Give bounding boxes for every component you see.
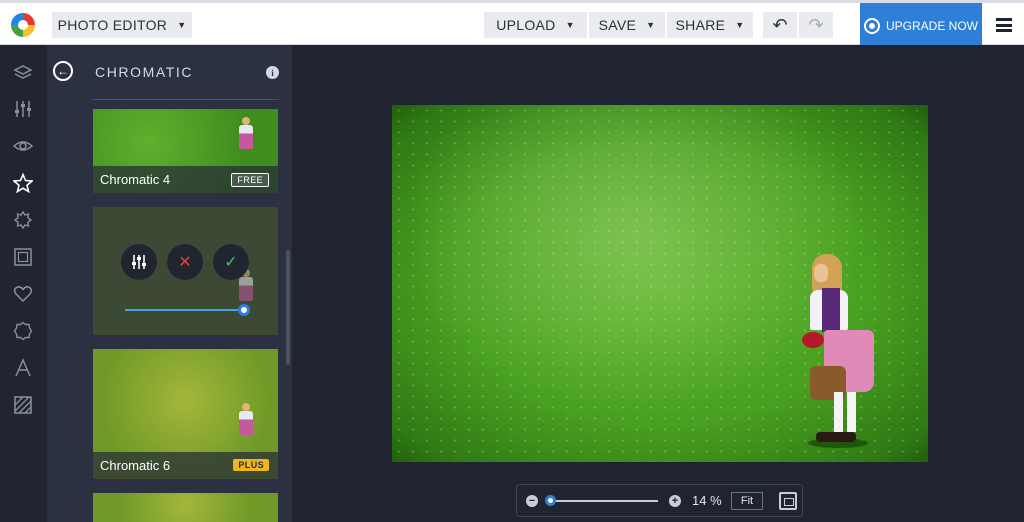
badge-icon[interactable] bbox=[12, 320, 34, 342]
thumbnail-label: Chromatic 4 bbox=[100, 172, 171, 187]
back-arrow-icon[interactable]: ← bbox=[53, 61, 73, 81]
upgrade-now-button[interactable]: UPGRADE NOW bbox=[860, 3, 982, 48]
thumbnail-label-bar: Chromatic 4 FREE bbox=[93, 166, 278, 193]
zoom-in-icon[interactable]: + bbox=[669, 495, 681, 507]
gear-flower-icon[interactable] bbox=[12, 209, 34, 231]
undo-button[interactable]: ↶ bbox=[763, 12, 797, 38]
save-label: SAVE bbox=[598, 17, 637, 33]
panel-scrollbar-thumb[interactable] bbox=[286, 250, 290, 365]
star-icon[interactable] bbox=[12, 172, 34, 194]
close-icon: ✕ bbox=[178, 254, 192, 271]
photo-editor-menu-label: PHOTO EDITOR bbox=[57, 17, 168, 33]
chevron-down-icon: ▼ bbox=[565, 20, 575, 30]
share-label: SHARE bbox=[675, 17, 726, 33]
adjust-icon[interactable] bbox=[12, 98, 34, 120]
effect-thumbnail-chromatic-6[interactable]: Chromatic 6 PLUS bbox=[93, 349, 278, 479]
info-icon[interactable]: i bbox=[266, 66, 279, 79]
sliders-icon bbox=[132, 255, 146, 269]
free-badge: FREE bbox=[231, 173, 269, 187]
heart-icon[interactable] bbox=[12, 283, 34, 305]
zoom-slider[interactable] bbox=[550, 500, 658, 502]
frame-icon[interactable] bbox=[12, 246, 34, 268]
share-button[interactable]: SHARE ▼ bbox=[667, 12, 753, 38]
apply-effect-button[interactable]: ✓ bbox=[213, 244, 249, 280]
upload-label: UPLOAD bbox=[496, 17, 556, 33]
photo-editor-menu-button[interactable]: PHOTO EDITOR ▼ bbox=[52, 12, 192, 38]
zoom-slider-handle[interactable] bbox=[545, 495, 556, 506]
fit-button[interactable]: Fit bbox=[731, 492, 763, 510]
effect-settings-button[interactable] bbox=[121, 244, 157, 280]
cancel-effect-button[interactable]: ✕ bbox=[167, 244, 203, 280]
panel-title: CHROMATIC bbox=[95, 64, 194, 80]
fullscreen-icon[interactable] bbox=[779, 492, 797, 510]
redo-button[interactable]: ↷ bbox=[799, 12, 833, 38]
plus-badge: PLUS bbox=[233, 459, 269, 471]
upload-button[interactable]: UPLOAD ▼ bbox=[484, 12, 587, 38]
chevron-down-icon: ▼ bbox=[177, 20, 187, 30]
undo-icon: ↶ bbox=[772, 14, 788, 35]
girl-figure bbox=[800, 254, 880, 450]
thumbnail-label: Chromatic 6 bbox=[100, 458, 171, 473]
tool-rail bbox=[0, 45, 47, 522]
text-icon[interactable] bbox=[12, 357, 34, 379]
effect-thumbnail-next[interactable] bbox=[93, 493, 278, 522]
panel-divider bbox=[93, 99, 279, 100]
hamburger-menu-icon[interactable] bbox=[996, 18, 1012, 32]
upgrade-badge-icon bbox=[863, 17, 880, 34]
effect-thumbnail-chromatic-4[interactable]: Chromatic 4 FREE bbox=[93, 109, 278, 193]
effect-strength-handle[interactable] bbox=[238, 304, 250, 316]
upgrade-label: UPGRADE NOW bbox=[885, 18, 978, 33]
thumbnail-label-bar: Chromatic 6 PLUS bbox=[93, 452, 278, 479]
zoom-level: 14 % bbox=[692, 493, 722, 508]
thumbnail-figure bbox=[239, 117, 253, 157]
effect-strength-slider[interactable] bbox=[125, 309, 245, 311]
save-button[interactable]: SAVE ▼ bbox=[589, 12, 665, 38]
eye-icon[interactable] bbox=[12, 135, 34, 157]
zoom-out-icon[interactable]: − bbox=[526, 495, 538, 507]
chevron-down-icon: ▼ bbox=[646, 20, 656, 30]
thumbnail-figure bbox=[239, 403, 253, 443]
texture-icon[interactable] bbox=[12, 394, 34, 416]
app-logo-icon[interactable] bbox=[11, 13, 35, 37]
layers-icon[interactable] bbox=[12, 62, 34, 84]
chevron-down-icon: ▼ bbox=[735, 20, 745, 30]
checkmark-icon: ✓ bbox=[224, 254, 238, 271]
redo-icon: ↷ bbox=[808, 14, 824, 35]
